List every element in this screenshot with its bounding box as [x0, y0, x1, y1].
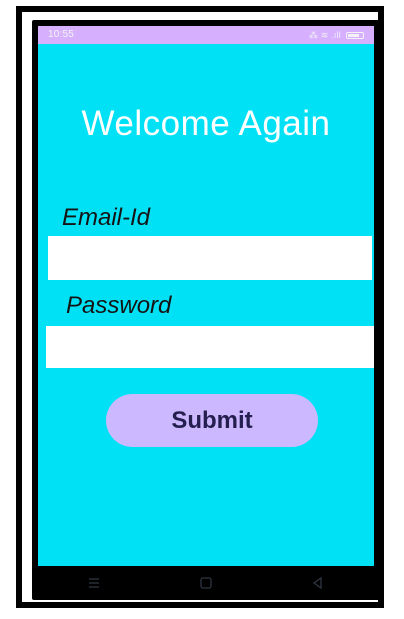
home-button[interactable] [194, 571, 218, 595]
back-icon [312, 576, 322, 590]
status-bar: 10:55 ⁂ ≋ .ıll [38, 26, 374, 44]
screenshot-frame: 10:55 ⁂ ≋ .ıll Welcome Again Email-Id Pa… [16, 6, 384, 608]
password-label: Password [66, 292, 172, 319]
home-icon [200, 577, 212, 589]
back-button[interactable] [306, 571, 330, 595]
password-input[interactable] [46, 326, 374, 368]
submit-button[interactable]: Submit [106, 394, 318, 447]
email-label: Email-Id [62, 204, 151, 231]
status-time: 10:55 [48, 29, 75, 40]
email-input[interactable] [48, 236, 372, 280]
phone-device: 10:55 ⁂ ≋ .ıll Welcome Again Email-Id Pa… [32, 20, 380, 600]
status-icons: ⁂ ≋ .ıll [309, 26, 364, 44]
battery-icon [346, 31, 364, 39]
app-screen: 10:55 ⁂ ≋ .ıll Welcome Again Email-Id Pa… [38, 26, 374, 566]
signal-indicators: ⁂ ≋ .ıll [308, 30, 341, 40]
navigation-bar [38, 566, 374, 600]
page-title: Welcome Again [81, 104, 331, 143]
menu-button[interactable] [82, 571, 106, 595]
menu-icon [89, 578, 99, 588]
